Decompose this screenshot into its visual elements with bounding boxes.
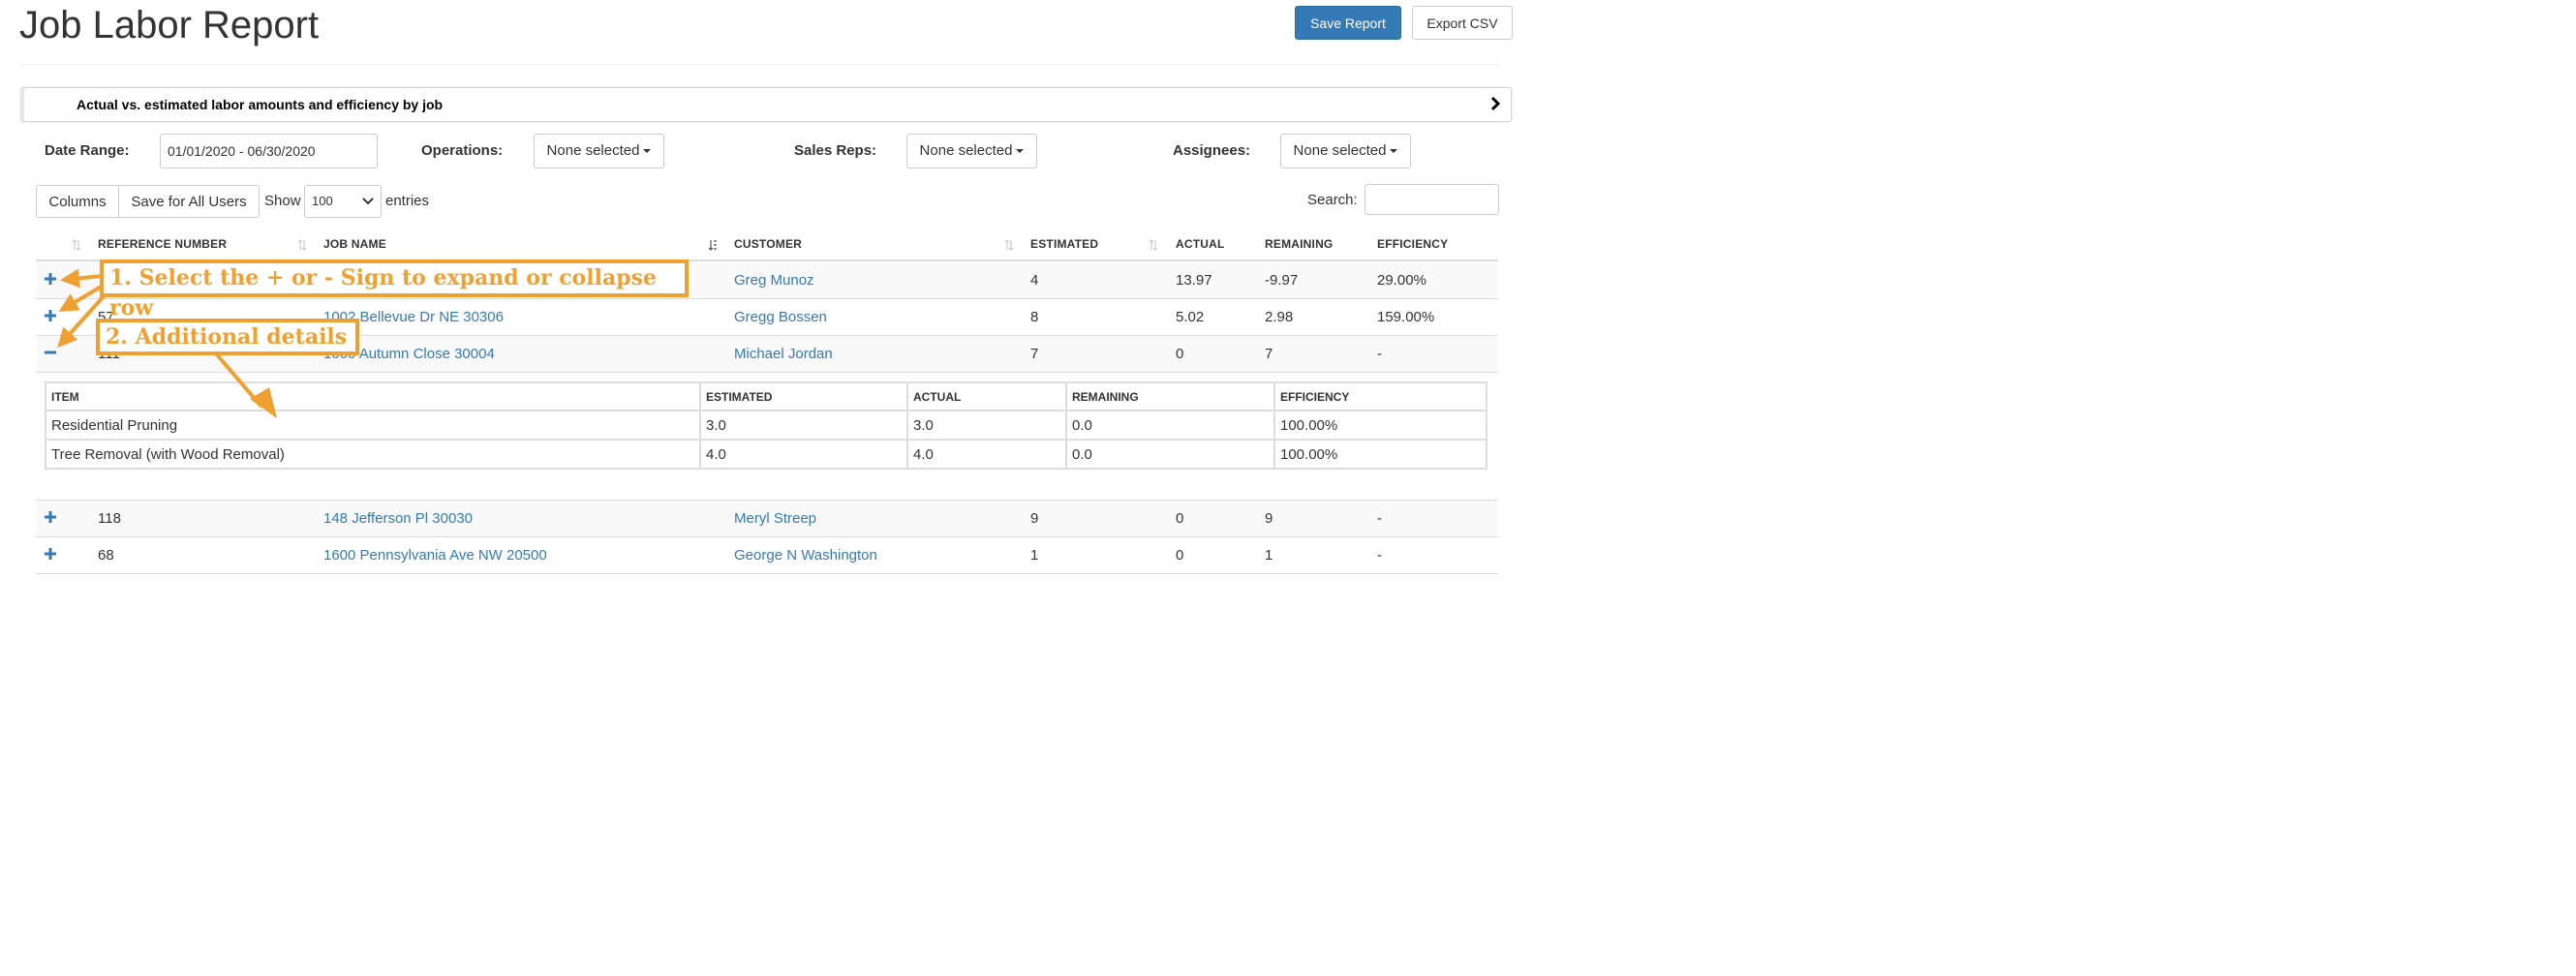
annotation-step-2: 2. Additional details xyxy=(96,319,359,355)
annotation-step-1: 1. Select the + or - Sign to expand or c… xyxy=(100,259,689,320)
